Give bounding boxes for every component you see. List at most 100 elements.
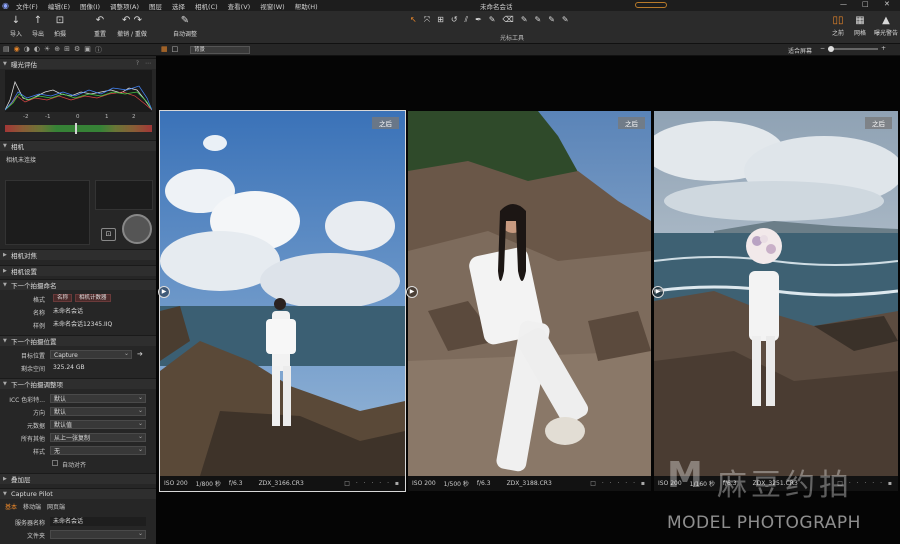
name-row: 名称 未命名会话 bbox=[0, 307, 156, 317]
crop-cursor-icon[interactable]: ⊞ bbox=[437, 15, 444, 25]
tab-basic[interactable]: 基本 bbox=[5, 502, 17, 511]
exposure-meter bbox=[5, 123, 152, 134]
brush-cursor-icon[interactable]: ✎ bbox=[489, 15, 496, 25]
next-name-header[interactable]: ▼ 下一个拍摄命名 bbox=[0, 279, 156, 290]
fit-screen-label[interactable]: 适合屏幕 bbox=[788, 46, 812, 55]
tab-web[interactable]: 网页端 bbox=[47, 502, 65, 511]
overlay-header[interactable]: ▶ 叠加层 bbox=[0, 473, 156, 484]
folder-select[interactable] bbox=[50, 529, 146, 539]
zoom-in-icon[interactable]: + bbox=[881, 45, 886, 52]
close-button[interactable]: ✕ bbox=[884, 0, 890, 8]
picker-cursor-icon[interactable]: ✎ bbox=[562, 15, 569, 25]
pan-cursor-icon[interactable]: ⤧ bbox=[424, 15, 430, 25]
grid-button[interactable]: ▦ 网格 bbox=[850, 14, 870, 37]
details-tab-icon[interactable]: ⊕ bbox=[54, 45, 60, 55]
image-frame-1[interactable]: 之后 ▶ ISO 200 1/800 秒 f/6.3 ZDX_3166.CR3 … bbox=[158, 110, 406, 492]
before-button[interactable]: ▯▯ 之前 bbox=[828, 14, 848, 37]
tab-mobile[interactable]: 移动端 bbox=[23, 502, 41, 511]
name-field[interactable]: 未命名会话 bbox=[50, 307, 146, 316]
menu-view[interactable]: 查看(V) bbox=[223, 1, 256, 11]
menu-layers[interactable]: 图层 bbox=[144, 1, 167, 11]
zoom-slider[interactable]: − + bbox=[820, 45, 886, 52]
zoom-out-icon[interactable]: − bbox=[820, 45, 825, 52]
counter-token[interactable]: 相机计数器 bbox=[75, 294, 111, 302]
play-icon[interactable]: ▶ bbox=[158, 286, 170, 298]
capture-shutter-button[interactable] bbox=[122, 214, 152, 244]
server-row: 服务器名称 未命名会话 bbox=[0, 517, 156, 527]
camera-focus-header[interactable]: ▶ 相机对焦 bbox=[0, 249, 156, 260]
others-select[interactable]: 从上一张复制 bbox=[50, 432, 146, 442]
chevron-right-icon: ▶ bbox=[3, 268, 7, 274]
auto-align-row: 自动对齐 bbox=[0, 459, 156, 469]
metadata-tab-icon[interactable]: ⊞ bbox=[64, 45, 70, 55]
play-icon[interactable]: ▶ bbox=[652, 286, 664, 298]
rotate-cursor-icon[interactable]: ↺ bbox=[451, 15, 458, 25]
name-token[interactable]: 名称 bbox=[53, 294, 73, 302]
import-button[interactable]: ↓ 导入 bbox=[6, 14, 26, 38]
live-view-icon[interactable]: ⊡ bbox=[101, 228, 116, 241]
exposure-section-header[interactable]: ▼ 曝光评估 ? ⋯ bbox=[0, 58, 156, 69]
menu-camera[interactable]: 相机(C) bbox=[190, 1, 223, 11]
style-select[interactable]: 无 bbox=[50, 445, 146, 455]
menu-help[interactable]: 帮助(H) bbox=[290, 1, 323, 11]
lens-tab-icon[interactable]: ◑ bbox=[24, 45, 30, 55]
annotate-cursor-icon[interactable]: ✎ bbox=[548, 15, 555, 25]
camera-settings-header[interactable]: ▶ 相机设置 bbox=[0, 265, 156, 276]
multi-view-icon[interactable]: ▦ bbox=[161, 45, 168, 53]
export-button[interactable]: ↑ 导出 bbox=[28, 14, 48, 38]
keystone-cursor-icon[interactable]: ⫽ bbox=[465, 15, 469, 25]
grid-icon: ▦ bbox=[855, 15, 865, 26]
rating-stars[interactable]: □ · · · · · ▪ bbox=[590, 480, 647, 487]
eraser-cursor-icon[interactable]: ⌫ bbox=[503, 15, 514, 25]
maximize-button[interactable]: □ bbox=[862, 0, 869, 8]
play-icon[interactable]: ▶ bbox=[406, 286, 418, 298]
folder-tab-icon[interactable]: ▤ bbox=[3, 45, 10, 55]
zoom-knob[interactable] bbox=[828, 45, 835, 52]
capture-pilot-header[interactable]: ▼ Capture Pilot bbox=[0, 488, 156, 499]
capture-button[interactable]: ⊡ 拍摄 bbox=[50, 14, 70, 38]
image-frame-3[interactable]: 之后 ▶ ISO 200 1/160 秒 f/6.3 ZDX_3251.CR3 … bbox=[652, 111, 898, 491]
variant-select[interactable]: 背景 bbox=[190, 46, 250, 54]
info-tab-icon[interactable]: ⓘ bbox=[95, 45, 102, 55]
menu-window[interactable]: 视窗(W) bbox=[255, 1, 290, 11]
next-adjust-header[interactable]: ▼ 下一个拍摄调整项 bbox=[0, 378, 156, 389]
batch-tab-icon[interactable]: ▣ bbox=[84, 45, 91, 55]
app-logo-icon: ◉ bbox=[2, 1, 9, 10]
open-folder-icon[interactable]: ➔ bbox=[137, 350, 143, 358]
server-field[interactable]: 未命名会话 bbox=[50, 517, 146, 526]
after-badge: 之后 bbox=[865, 117, 892, 129]
metadata-select[interactable]: 默认值 bbox=[50, 419, 146, 429]
after-badge: 之后 bbox=[372, 117, 399, 129]
clone-cursor-icon[interactable]: ✎ bbox=[535, 15, 542, 25]
auto-align-checkbox[interactable] bbox=[52, 460, 58, 466]
reset-button[interactable]: ↶ 重置 bbox=[90, 14, 110, 38]
orientation-select[interactable]: 默认 bbox=[50, 406, 146, 416]
next-location-header[interactable]: ▼ 下一个拍摄位置 bbox=[0, 335, 156, 346]
exposure-warning-button[interactable]: ▲ 曝光警告 bbox=[872, 14, 900, 37]
undo-redo-button[interactable]: ↶ ↷ 撤销 / 重做 bbox=[112, 14, 152, 38]
menu-image[interactable]: 图像(I) bbox=[75, 1, 105, 11]
output-tab-icon[interactable]: ⚙ bbox=[74, 45, 80, 55]
watermark-cn: 麻豆约拍 bbox=[717, 468, 853, 503]
menu-adjustments[interactable]: 调整项(A) bbox=[105, 1, 144, 11]
single-view-icon[interactable]: □ bbox=[172, 45, 179, 53]
menu-file[interactable]: 文件(F) bbox=[11, 1, 43, 11]
exposure-tab-icon[interactable]: ☀ bbox=[44, 45, 50, 55]
target-select[interactable]: Capture bbox=[50, 349, 132, 359]
pen-cursor-icon[interactable]: ✒ bbox=[475, 15, 482, 25]
space-value: 325.24 GB bbox=[53, 364, 85, 371]
rating-stars[interactable]: □ · · · · · ▪ bbox=[344, 480, 401, 487]
capture-tab-icon[interactable]: ◉ bbox=[14, 45, 20, 55]
heal-cursor-icon[interactable]: ✎ bbox=[521, 15, 528, 25]
color-tab-icon[interactable]: ◐ bbox=[34, 45, 40, 55]
icc-select[interactable]: 默认 bbox=[50, 393, 146, 403]
minimize-button[interactable]: — bbox=[840, 0, 847, 8]
image-frame-2[interactable]: 之后 ▶ ISO 200 1/500 秒 f/6.3 ZDX_3188.CR3 … bbox=[406, 111, 651, 491]
section-actions[interactable]: ? ⋯ bbox=[136, 60, 153, 67]
camera-section-header[interactable]: ▼ 相机 bbox=[0, 140, 156, 151]
menu-edit[interactable]: 编辑(E) bbox=[43, 1, 75, 11]
chevron-down-icon: ▼ bbox=[3, 381, 7, 387]
menu-select[interactable]: 选择 bbox=[167, 1, 190, 11]
select-cursor-icon[interactable]: ↖ bbox=[410, 15, 417, 25]
auto-adjust-button[interactable]: ✎ 自动调整 bbox=[170, 14, 200, 38]
